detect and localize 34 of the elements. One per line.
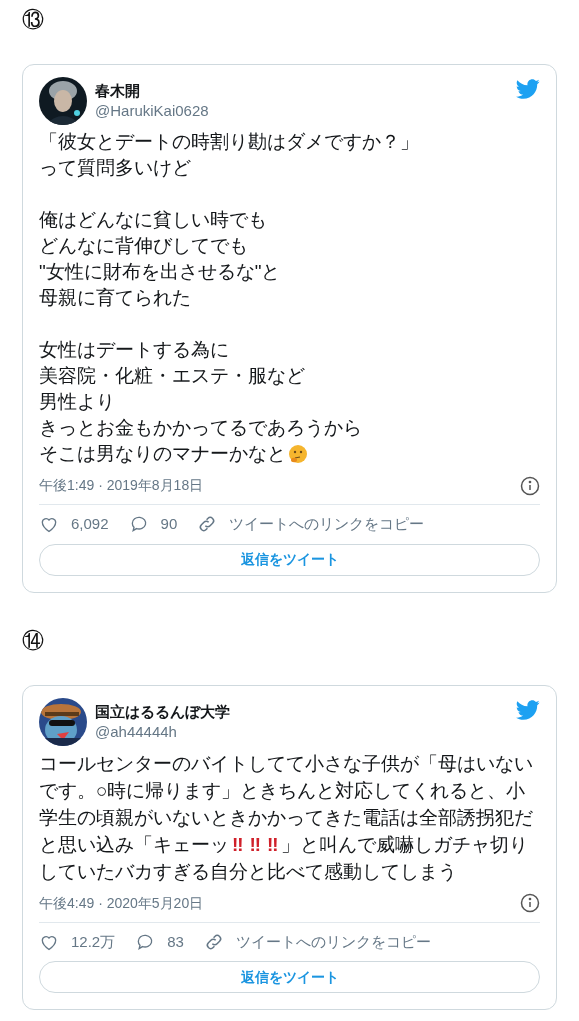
tweet-line: きっとお金もかかってるであろうから	[39, 416, 362, 440]
tweet-line: 母親に育てられた	[39, 286, 191, 310]
tweet-line: そこは男なりのマナーかなと	[39, 442, 286, 466]
tweet-text: コールセンターのバイトしてて小さな子供が「母はいないです。○時に帰ります」ときちんと対応してくれると、小学生の頃親がいないときかかってきた電話は全部誘拐犯だと思い込み「キェーッ‼ ‼ ‼」と叫んで威嚇しガチャ切りしていたバカすぎる自分と比べて感動してしまう	[39, 751, 534, 884]
reply-button[interactable]: 返信をツイート	[39, 961, 540, 993]
tweet-line: "女性に財布を出させるな"と	[39, 260, 281, 284]
bird-icon	[516, 77, 540, 101]
display-name[interactable]: 春木開	[95, 81, 508, 101]
display-name[interactable]: 国立はるるんぼ大学	[95, 701, 508, 722]
copy-link-label[interactable]: ツイートへのリンクをコピー	[235, 930, 431, 953]
like-count: 12.2万	[71, 931, 116, 952]
user-handle[interactable]: @HarukiKai0628	[95, 101, 508, 121]
section-number: ⑭	[22, 626, 44, 655]
tweet-line: 「彼女とデートの時割り勘はダメですか？」	[39, 130, 419, 154]
section-number: ⑬	[22, 6, 44, 34]
info-icon[interactable]	[520, 475, 540, 496]
reply-count: 83	[167, 931, 184, 952]
timestamp[interactable]: 午後4:49 · 2020年5月20日	[39, 892, 204, 914]
tweet-line: どんなに背伸びしてでも	[39, 234, 248, 258]
info-icon[interactable]	[520, 893, 540, 913]
bird-icon	[516, 697, 540, 722]
tweet-line: 俺はどんなに貧しい時でも	[39, 208, 267, 232]
timestamp[interactable]: 午後1:49 · 2019年8月18日	[39, 475, 204, 496]
link-icon[interactable]	[203, 931, 224, 952]
reply-count: 90	[160, 514, 178, 534]
user-handle[interactable]: @ah44444h	[95, 721, 508, 742]
thinking-emoji-icon	[288, 444, 308, 464]
tweet-line: 女性はデートする為に	[39, 338, 229, 362]
tweet-line: 男性より	[39, 390, 115, 414]
reply-button[interactable]: 返信をツイート	[39, 543, 540, 576]
copy-link-label[interactable]: ツイートへのリンクをコピー	[229, 513, 425, 536]
tweet-line: って質問多いけど	[39, 156, 191, 180]
like-count: 6,092	[71, 514, 109, 534]
tweet-line: 美容院・化粧・エステ・服など	[39, 364, 305, 388]
